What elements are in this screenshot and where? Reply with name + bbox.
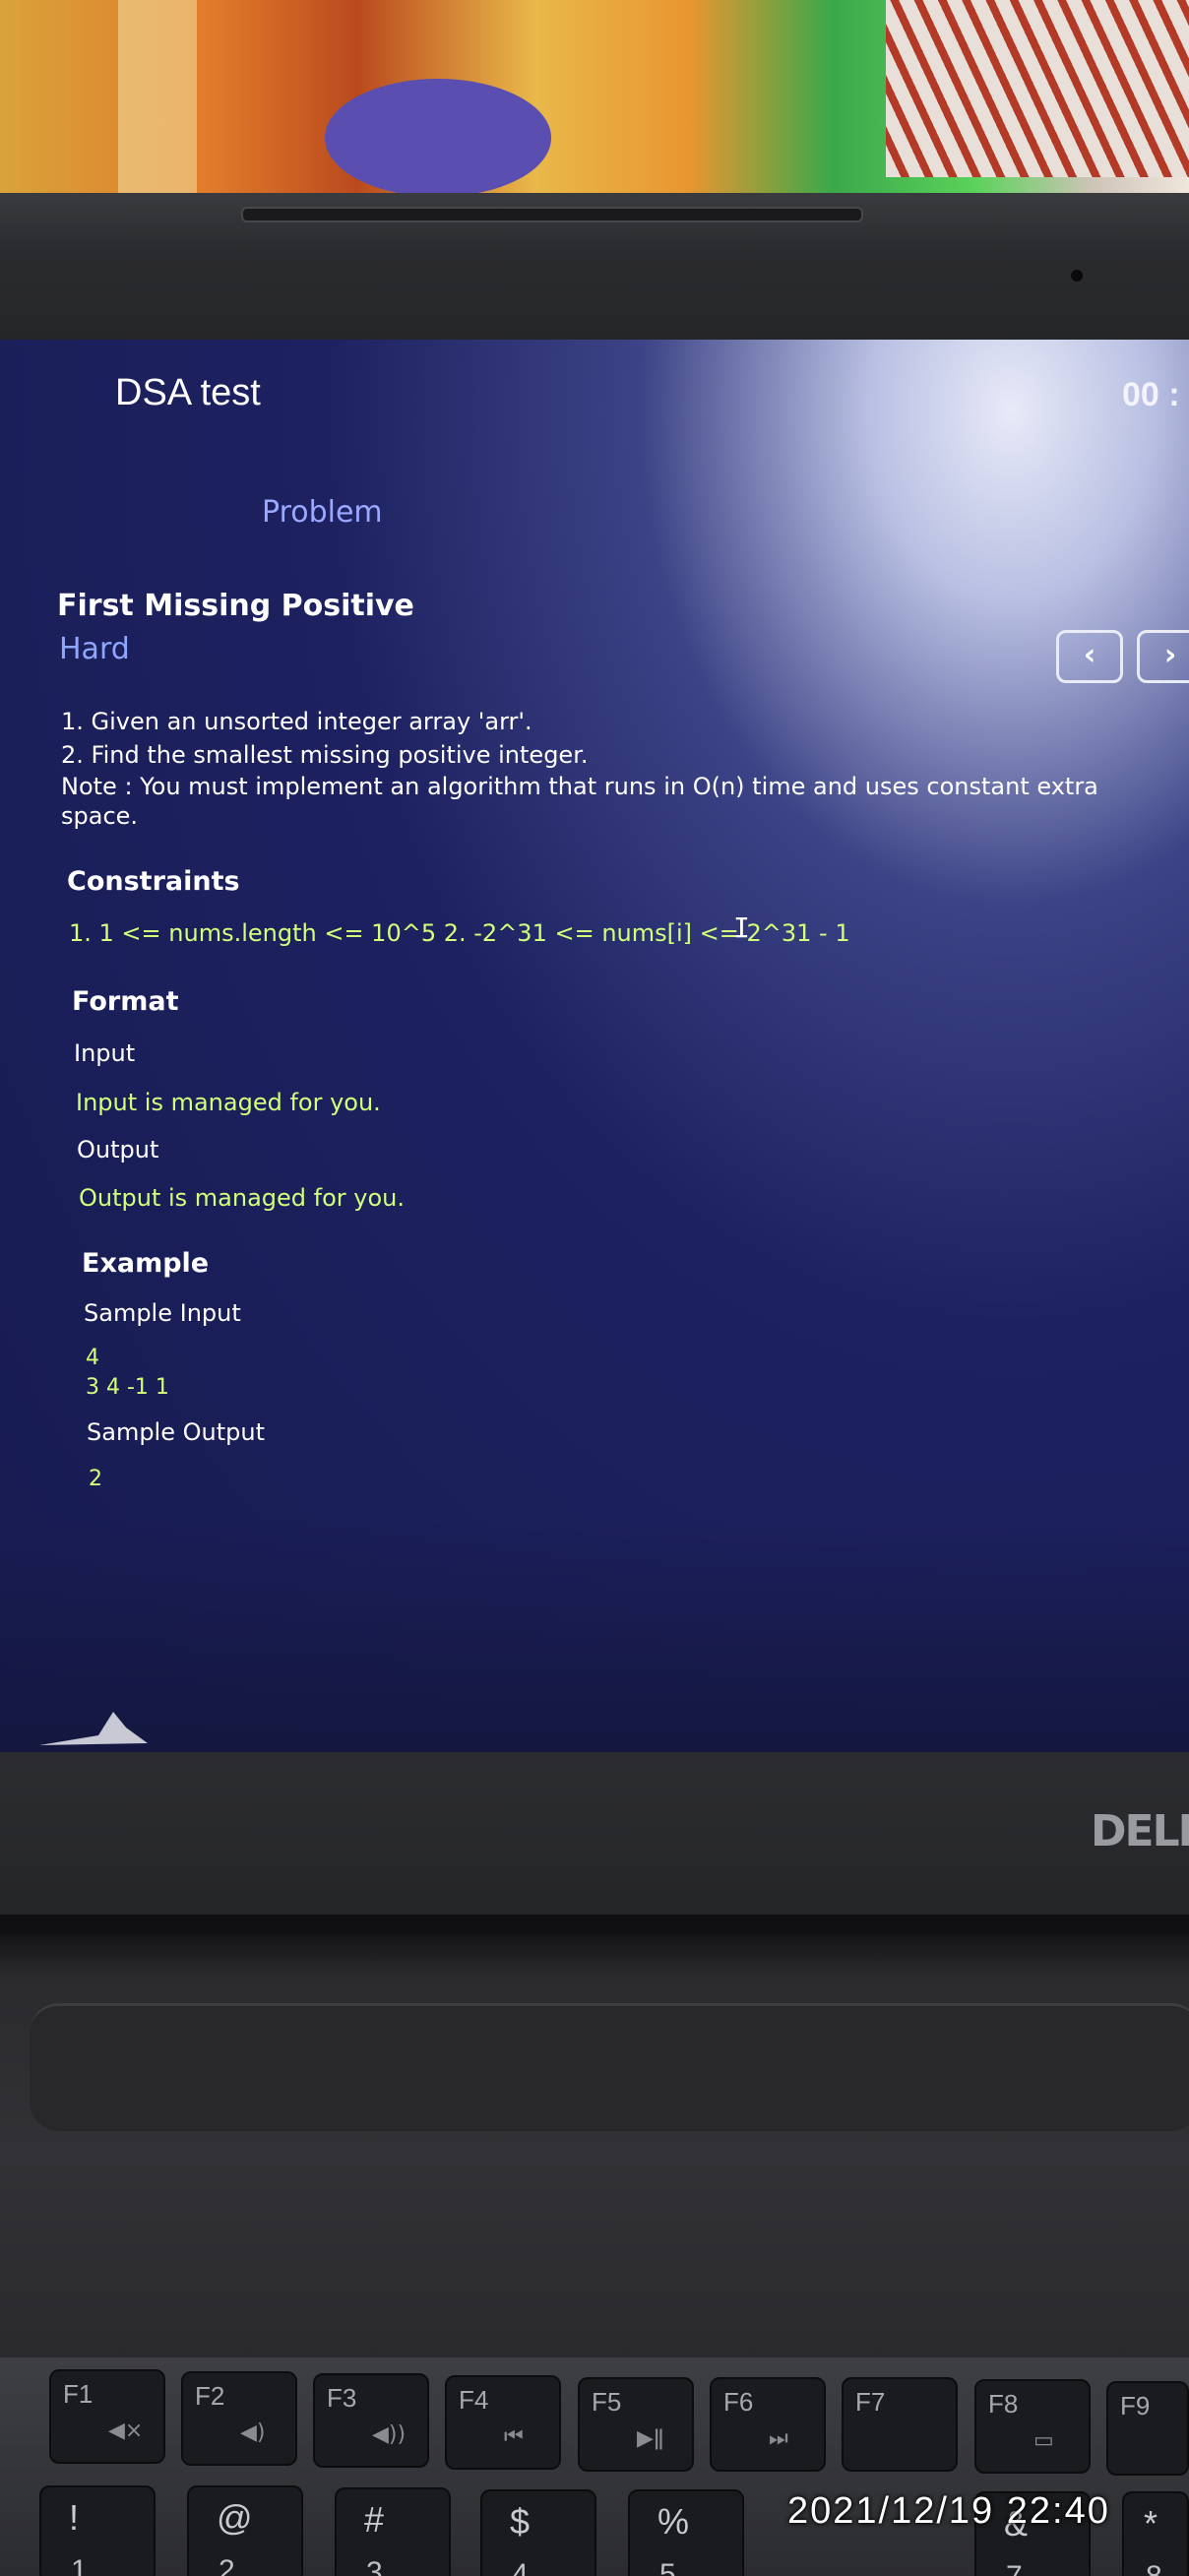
- key-f6[interactable]: F6 ⏭: [710, 2377, 826, 2472]
- key-digit: 8: [1146, 2560, 1162, 2576]
- format-heading: Format: [72, 986, 179, 1017]
- previous-problem-button[interactable]: ‹: [1056, 630, 1123, 683]
- output-text: Output is managed for you.: [79, 1184, 406, 1212]
- sample-input-label: Sample Input: [84, 1299, 241, 1327]
- laptop-hinge: [0, 1915, 1189, 1934]
- chevron-left-icon: ‹: [1083, 638, 1096, 672]
- key-symbol: #: [364, 2499, 385, 2540]
- previous-track-icon: ⏮: [504, 2424, 524, 2449]
- constraints-heading: Constraints: [67, 866, 240, 897]
- keyboard: F1 ◀× F2 ◀) F3 ◀)) F4 ⏮ F5 ▶ǁ F6 ⏭ F7 F8…: [0, 2357, 1189, 2576]
- key-label: F5: [592, 2387, 622, 2417]
- key-digit: 3: [366, 2556, 383, 2576]
- key-f8[interactable]: F8 ▭: [974, 2379, 1091, 2474]
- key-symbol: *: [1144, 2503, 1158, 2544]
- screen-bezel: [0, 1752, 1189, 1919]
- key-1[interactable]: ! 1: [39, 2485, 156, 2576]
- next-track-icon: ⏭: [769, 2426, 788, 2451]
- screen-glare-mark: [39, 1712, 148, 1745]
- key-2[interactable]: @ 2: [187, 2485, 303, 2576]
- key-f7[interactable]: F7: [842, 2377, 958, 2472]
- key-label: F7: [855, 2387, 886, 2417]
- key-label: F2: [195, 2381, 225, 2411]
- key-f2[interactable]: F2 ◀): [181, 2371, 297, 2466]
- background-cloth: [0, 0, 1189, 197]
- key-f3[interactable]: F3 ◀)): [313, 2373, 429, 2468]
- laptop-lid-top: [0, 193, 1189, 341]
- next-problem-button[interactable]: ›: [1137, 630, 1189, 683]
- key-f4[interactable]: F4 ⏮: [445, 2375, 561, 2470]
- key-label: F8: [988, 2389, 1019, 2419]
- key-symbol: !: [69, 2497, 80, 2538]
- key-label: F1: [63, 2379, 94, 2409]
- key-f1[interactable]: F1 ◀×: [49, 2369, 165, 2464]
- key-label: F3: [327, 2383, 357, 2413]
- key-4[interactable]: $ 4: [480, 2489, 596, 2576]
- difficulty-badge: Hard: [59, 632, 130, 666]
- key-digit: 4: [512, 2558, 529, 2576]
- sample-input-line: 3 4 -1 1: [86, 1375, 169, 1400]
- input-text: Input is managed for you.: [76, 1089, 381, 1116]
- problem-title: First Missing Positive: [57, 589, 414, 623]
- laptop-screen: [0, 340, 1189, 1757]
- key-symbol: $: [510, 2501, 531, 2542]
- mute-icon: ◀×: [108, 2419, 144, 2443]
- output-label: Output: [77, 1136, 159, 1163]
- webcam: [1071, 270, 1083, 282]
- timer: 00 :: [1122, 376, 1180, 413]
- key-symbol: @: [217, 2497, 253, 2538]
- key-digit: 5: [659, 2558, 676, 2576]
- key-label: F9: [1120, 2391, 1151, 2420]
- example-heading: Example: [82, 1248, 210, 1279]
- volume-down-icon: ◀): [240, 2420, 266, 2445]
- tab-problem[interactable]: Problem: [262, 495, 383, 530]
- key-digit: 7: [1006, 2560, 1023, 2576]
- key-3[interactable]: # 3: [335, 2487, 451, 2576]
- photo-timestamp: 2021/12/19 22:40: [787, 2490, 1110, 2532]
- key-symbol: %: [657, 2501, 690, 2542]
- description-line: 1. Given an unsorted integer array 'arr'…: [61, 708, 532, 735]
- play-pause-icon: ▶ǁ: [637, 2426, 664, 2451]
- chevron-right-icon: ›: [1163, 638, 1177, 672]
- dell-logo: DELL: [1091, 1806, 1189, 1856]
- problem-description: 1. Given an unsorted integer array 'arr'…: [61, 705, 1154, 831]
- key-5[interactable]: % 5: [628, 2489, 744, 2576]
- key-f5[interactable]: F5 ▶ǁ: [578, 2377, 694, 2472]
- display-switch-icon: ▭: [1033, 2428, 1054, 2453]
- key-digit: 2: [219, 2554, 235, 2576]
- laptop-base: [0, 1934, 1189, 2367]
- volume-up-icon: ◀)): [372, 2422, 407, 2447]
- lid-edge: [241, 207, 863, 222]
- text-cursor-icon: I: [733, 911, 750, 944]
- input-label: Input: [74, 1039, 136, 1067]
- description-note: Note : You must implement an algorithm t…: [61, 773, 1098, 830]
- key-label: F6: [723, 2387, 754, 2417]
- sample-input-line: 4: [86, 1346, 99, 1370]
- sample-output-label: Sample Output: [87, 1418, 265, 1446]
- key-f9[interactable]: F9: [1106, 2381, 1189, 2476]
- key-label: F4: [459, 2385, 489, 2415]
- sample-output-value: 2: [89, 1467, 102, 1491]
- key-digit: 1: [71, 2554, 88, 2576]
- description-line: 2. Find the smallest missing positive in…: [61, 741, 589, 769]
- app-title: DSA test: [115, 372, 261, 413]
- key-8[interactable]: * 8: [1122, 2491, 1189, 2576]
